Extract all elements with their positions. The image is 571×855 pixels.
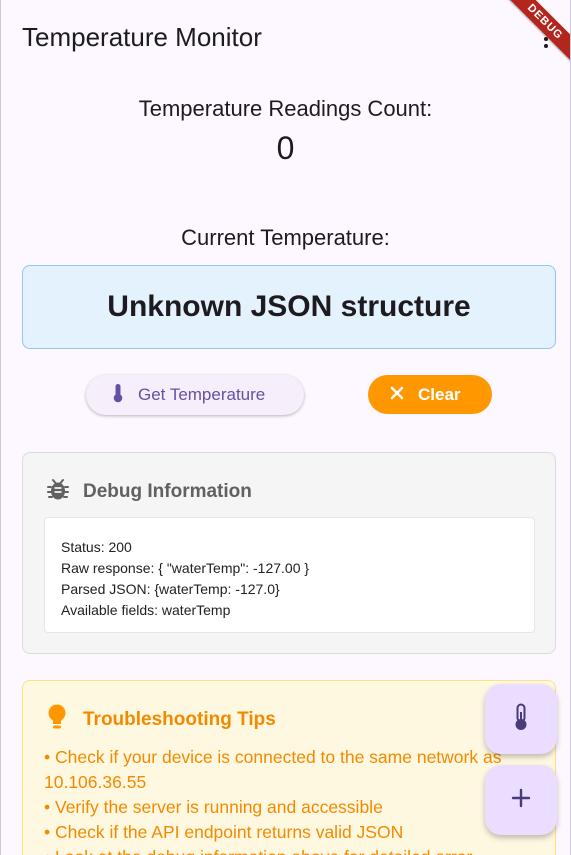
close-icon [390, 385, 404, 405]
thermostat-icon [112, 383, 124, 408]
clear-button[interactable]: Clear [368, 375, 492, 414]
debug-status-line: Status: 200 [61, 539, 132, 555]
bug-icon [47, 477, 69, 506]
tip-item: • Verify the server is running and acces… [44, 797, 383, 817]
troubleshooting-tips-card: Troubleshooting Tips • Check if your dev… [22, 680, 556, 855]
tip-item: • Check if the API endpoint returns vali… [44, 822, 404, 842]
add-icon [511, 788, 531, 813]
readings-count-value: 0 [276, 130, 295, 166]
tips-header: Troubleshooting Tips [45, 703, 276, 736]
tips-list: • Check if your device is connected to t… [44, 745, 534, 855]
debug-header: Debug Information [47, 477, 252, 506]
get-temperature-label: Get Temperature [138, 385, 266, 404]
add-fab[interactable] [485, 765, 557, 835]
app-window: Temperature Monitor DEBUG Temperature Re… [0, 0, 571, 855]
tip-item: • Check if your device is connected to t… [44, 747, 502, 792]
debug-parsed-json-line: Parsed JSON: {waterTemp: -127.0} [61, 581, 280, 597]
app-title: Temperature Monitor [22, 21, 262, 52]
clear-label: Clear [418, 384, 461, 404]
temperature-value: Unknown JSON structure [107, 290, 471, 323]
fetch-temperature-fab[interactable] [485, 684, 557, 754]
get-temperature-button[interactable]: Get Temperature [86, 375, 304, 415]
lightbulb-icon [45, 703, 69, 736]
debug-available-fields-line: Available fields: waterTemp [61, 602, 231, 618]
debug-information-card: Debug Information Status: 200 Raw respon… [22, 452, 556, 654]
tip-item: • Look at the debug information above fo… [44, 845, 534, 855]
current-temperature-label: Current Temperature: [181, 225, 390, 250]
thermostat-icon [513, 703, 529, 736]
readings-count-label: Temperature Readings Count: [138, 96, 433, 121]
app-bar: Temperature Monitor [1, 0, 570, 76]
debug-title: Debug Information [83, 480, 252, 502]
temperature-display: Unknown JSON structure [22, 265, 556, 349]
debug-raw-response-line: Raw response: { "waterTemp": -127.00 } [61, 560, 310, 576]
debug-output: Status: 200 Raw response: { "waterTemp":… [44, 517, 535, 633]
tips-title: Troubleshooting Tips [83, 708, 276, 730]
